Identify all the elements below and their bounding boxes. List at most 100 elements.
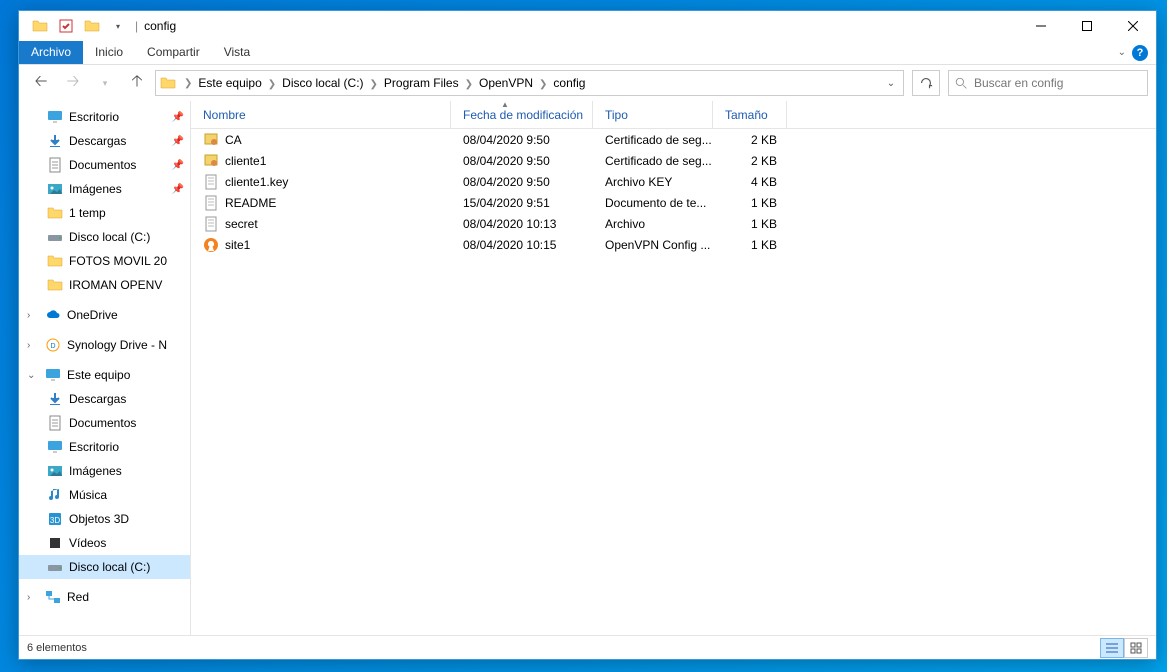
- refresh-button[interactable]: [912, 70, 940, 96]
- window-title: config: [144, 19, 176, 33]
- monitor-icon: [47, 439, 63, 455]
- search-placeholder: Buscar en config: [974, 76, 1063, 90]
- video-icon: [47, 535, 63, 551]
- tab-file[interactable]: Archivo: [19, 41, 83, 64]
- pic-icon: [47, 463, 63, 479]
- folder-icon: [29, 15, 51, 37]
- sidebar-item[interactable]: Escritorio: [19, 435, 190, 459]
- disk-icon: [47, 559, 63, 575]
- sidebar-item[interactable]: Documentos: [19, 411, 190, 435]
- sidebar-this-pc[interactable]: ⌄ Este equipo: [19, 363, 190, 387]
- column-size[interactable]: Tamaño: [713, 101, 787, 128]
- pin-icon: 📌: [172, 184, 184, 195]
- explorer-window: ▾ | config Archivo Inicio Compartir Vist…: [18, 10, 1157, 660]
- view-details-button[interactable]: [1100, 638, 1124, 658]
- help-icon[interactable]: ?: [1132, 45, 1148, 61]
- sidebar-item[interactable]: Vídeos: [19, 531, 190, 555]
- chevron-right-icon[interactable]: ❯: [182, 78, 194, 89]
- navbar: 🡠 🡢 ▾ 🡡 ❯ Este equipo❯Disco local (C:)❯P…: [19, 65, 1156, 101]
- pic-icon: [47, 181, 63, 197]
- sidebar-onedrive[interactable]: › OneDrive: [19, 303, 190, 327]
- synology-icon: [45, 337, 61, 353]
- cert-icon: [203, 153, 219, 169]
- breadcrumb-segment[interactable]: Program Files: [380, 76, 463, 90]
- address-bar[interactable]: ❯ Este equipo❯Disco local (C:)❯Program F…: [155, 70, 904, 96]
- tab-view[interactable]: Vista: [212, 41, 262, 64]
- down-icon: [47, 133, 63, 149]
- file-row[interactable]: cliente108/04/2020 9:50Certificado de se…: [191, 150, 1156, 171]
- chevron-right-icon[interactable]: ❯: [463, 79, 475, 90]
- column-date[interactable]: Fecha de modificación: [451, 101, 593, 128]
- 3d-icon: [47, 511, 63, 527]
- chevron-right-icon[interactable]: ❯: [368, 79, 380, 90]
- sidebar-item[interactable]: IROMAN OPENV: [19, 273, 190, 297]
- qat-properties-icon[interactable]: [55, 15, 77, 37]
- sidebar-network[interactable]: › Red: [19, 585, 190, 609]
- down-icon: [47, 391, 63, 407]
- breadcrumb-segment[interactable]: config: [549, 76, 589, 90]
- breadcrumb-segment[interactable]: Este equipo: [194, 76, 265, 90]
- sidebar-item[interactable]: FOTOS MOVIL 20: [19, 249, 190, 273]
- minimize-button[interactable]: [1018, 11, 1064, 41]
- ovpn-icon: [203, 237, 219, 253]
- column-headers: Nombre Fecha de modificación Tipo Tamaño: [191, 101, 1156, 129]
- sidebar-item[interactable]: Imágenes: [19, 459, 190, 483]
- sidebar-item[interactable]: Disco local (C:): [19, 555, 190, 579]
- search-icon: [955, 77, 968, 90]
- tab-share[interactable]: Compartir: [135, 41, 212, 64]
- back-button[interactable]: 🡠: [27, 69, 55, 97]
- sidebar-item[interactable]: Música: [19, 483, 190, 507]
- doc-icon: [47, 157, 63, 173]
- recent-dropdown-icon[interactable]: ▾: [91, 69, 119, 97]
- sidebar-item[interactable]: Imágenes📌: [19, 177, 190, 201]
- chevron-right-icon[interactable]: ❯: [537, 79, 549, 90]
- up-button[interactable]: 🡡: [123, 69, 151, 97]
- sidebar-item[interactable]: Objetos 3D: [19, 507, 190, 531]
- sidebar-item[interactable]: Documentos📌: [19, 153, 190, 177]
- text-icon: [203, 195, 219, 211]
- sidebar-item[interactable]: 1 temp: [19, 201, 190, 225]
- address-dropdown-icon[interactable]: ⌄: [879, 71, 903, 95]
- column-type[interactable]: Tipo: [593, 101, 713, 128]
- folder-icon: [47, 253, 63, 269]
- search-box[interactable]: Buscar en config: [948, 70, 1148, 96]
- sidebar-item[interactable]: Escritorio📌: [19, 105, 190, 129]
- file-row[interactable]: CA08/04/2020 9:50Certificado de seg...2 …: [191, 129, 1156, 150]
- column-name[interactable]: Nombre: [191, 101, 451, 128]
- forward-button[interactable]: 🡢: [59, 69, 87, 97]
- monitor-icon: [45, 367, 61, 383]
- qat-dropdown-icon[interactable]: ▾: [107, 15, 129, 37]
- cloud-icon: [45, 307, 61, 323]
- pin-icon: 📌: [172, 112, 184, 123]
- text-icon: [203, 174, 219, 190]
- file-list-pane: Nombre Fecha de modificación Tipo Tamaño…: [191, 101, 1156, 635]
- tab-home[interactable]: Inicio: [83, 41, 135, 64]
- chevron-right-icon[interactable]: ❯: [266, 79, 278, 90]
- file-row[interactable]: README15/04/2020 9:51Documento de te...1…: [191, 192, 1156, 213]
- sidebar-item[interactable]: Descargas: [19, 387, 190, 411]
- folder-icon: [47, 277, 63, 293]
- breadcrumb-segment[interactable]: Disco local (C:): [278, 76, 367, 90]
- folder-icon: [47, 205, 63, 221]
- view-large-icons-button[interactable]: [1124, 638, 1148, 658]
- sidebar-item[interactable]: Disco local (C:): [19, 225, 190, 249]
- file-row[interactable]: cliente1.key08/04/2020 9:50Archivo KEY4 …: [191, 171, 1156, 192]
- sidebar-synology[interactable]: › Synology Drive - N: [19, 333, 190, 357]
- breadcrumb-segment[interactable]: OpenVPN: [475, 76, 537, 90]
- navigation-pane[interactable]: Escritorio📌Descargas📌Documentos📌Imágenes…: [19, 101, 191, 635]
- close-button[interactable]: [1110, 11, 1156, 41]
- sidebar-item[interactable]: Descargas📌: [19, 129, 190, 153]
- titlebar[interactable]: ▾ | config: [19, 11, 1156, 41]
- disk-icon: [47, 229, 63, 245]
- cert-icon: [203, 132, 219, 148]
- file-rows[interactable]: CA08/04/2020 9:50Certificado de seg...2 …: [191, 129, 1156, 635]
- maximize-button[interactable]: [1064, 11, 1110, 41]
- file-row[interactable]: secret08/04/2020 10:13Archivo1 KB: [191, 213, 1156, 234]
- pin-icon: 📌: [172, 160, 184, 171]
- folder-icon: [160, 75, 176, 91]
- folder-icon: [81, 15, 103, 37]
- doc-icon: [47, 415, 63, 431]
- monitor-icon: [47, 109, 63, 125]
- file-row[interactable]: site108/04/2020 10:15OpenVPN Config ...1…: [191, 234, 1156, 255]
- ribbon-expand-icon[interactable]: ⌄: [1118, 47, 1126, 58]
